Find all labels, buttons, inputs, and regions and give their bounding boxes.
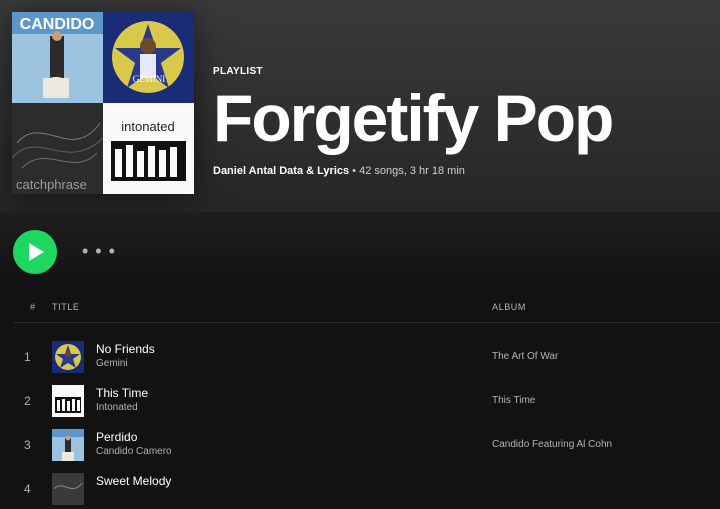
column-album-header[interactable]: ALBUM — [492, 302, 526, 312]
playlist-stats: 42 songs, 3 hr 18 min — [359, 165, 465, 177]
track-artist[interactable]: Gemini — [96, 358, 128, 369]
track-album[interactable]: This Time — [492, 395, 535, 406]
cover-catchphrase: catchphrase — [12, 103, 103, 194]
playlist-meta: PLAYLIST Forgetify Pop Daniel Antal Data… — [213, 66, 614, 177]
track-number: 3 — [24, 438, 31, 452]
playlist-owner-link[interactable]: Daniel Antal Data & Lyrics — [213, 165, 349, 177]
track-artist[interactable]: Candido Camero — [96, 446, 172, 457]
track-number: 1 — [24, 350, 31, 364]
track-number: 4 — [24, 482, 31, 496]
cover-intonated: intonated — [103, 103, 194, 194]
catchphrase-cover-text: catchphrase — [16, 177, 87, 192]
track-row[interactable]: 1 No Friends Gemini The Art Of War — [14, 337, 720, 377]
track-title[interactable]: No Friends — [96, 342, 155, 356]
track-cover-thumbnail — [52, 429, 84, 461]
playlist-byline: Daniel Antal Data & Lyrics • 42 songs, 3… — [213, 165, 612, 177]
playlist-header: CANDIDO GEMINI catchphrase intonated PLA… — [0, 0, 720, 212]
gemini-cover-text: GEMINI — [133, 74, 166, 84]
play-button[interactable] — [13, 230, 57, 274]
more-options-button[interactable]: • • • — [82, 242, 116, 260]
column-title-header[interactable]: TITLE — [52, 302, 80, 312]
track-row[interactable]: 2 This Time Intonated This Time — [14, 381, 720, 421]
track-cover-thumbnail — [52, 341, 84, 373]
track-title[interactable]: Perdido — [96, 430, 137, 444]
intonated-cover-text: intonated — [121, 119, 175, 134]
playlist-title: Forgetify Pop — [213, 81, 614, 155]
cover-candido: CANDIDO — [12, 12, 103, 103]
playlist-cover-mosaic: CANDIDO GEMINI catchphrase intonated — [12, 12, 194, 194]
tracklist-header: # TITLE ALBUM — [14, 296, 720, 323]
action-bar: • • • — [0, 212, 720, 292]
candido-cover-text: CANDIDO — [20, 16, 95, 33]
track-title[interactable]: This Time — [96, 386, 148, 400]
track-row[interactable]: 4 Sweet Melody — [14, 469, 720, 509]
track-artist[interactable]: Intonated — [96, 402, 138, 413]
track-row[interactable]: 3 Perdido Candido Camero Candido Featuring … — [14, 425, 720, 465]
column-number-header: # — [30, 302, 36, 312]
track-title[interactable]: Sweet Melody — [96, 474, 171, 488]
track-album[interactable]: The Art Of War — [492, 351, 558, 362]
play-icon — [29, 243, 44, 261]
playlist-type-label: PLAYLIST — [213, 66, 263, 77]
track-cover-thumbnail — [52, 473, 84, 505]
track-album[interactable]: Candido Featuring Al Cohn — [492, 439, 612, 450]
track-cover-thumbnail — [52, 385, 84, 417]
cover-gemini: GEMINI — [103, 12, 194, 103]
track-number: 2 — [24, 394, 31, 408]
byline-separator: • — [349, 165, 360, 177]
